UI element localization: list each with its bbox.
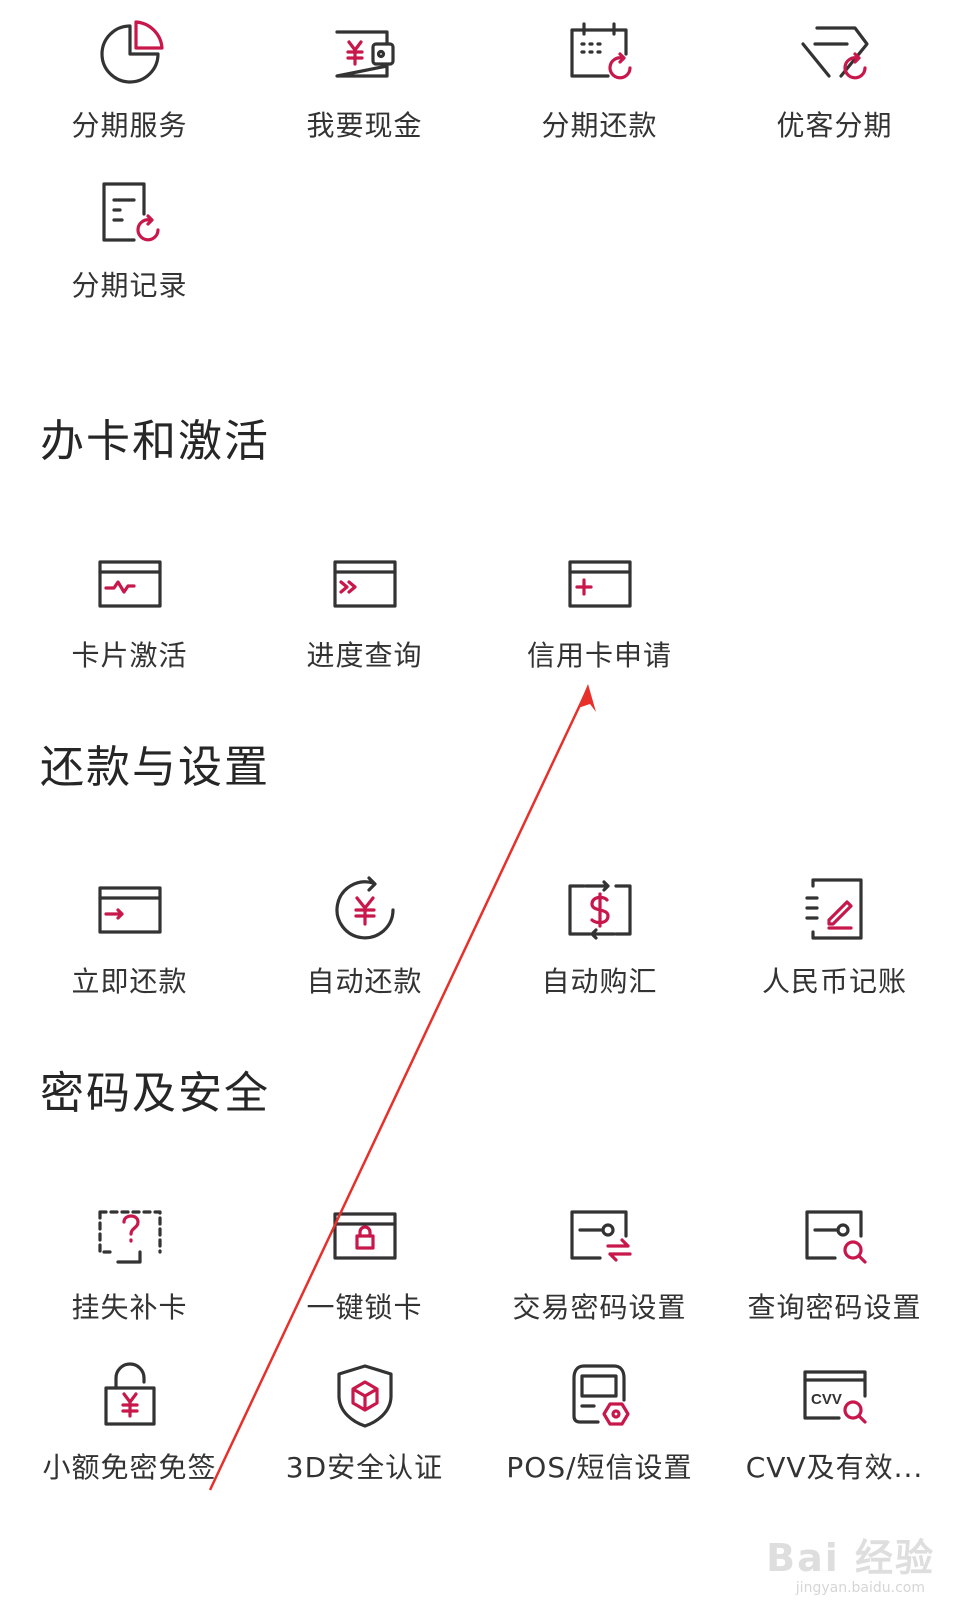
3d-secure-button[interactable]: 3D安全认证 bbox=[247, 1342, 482, 1502]
report-lost-button[interactable]: 挂失补卡 bbox=[12, 1182, 247, 1342]
section-title-apply-activate: 办卡和激活 bbox=[40, 416, 270, 467]
section-title-repay-settings: 还款与设置 bbox=[40, 742, 270, 793]
diamond-installment-icon bbox=[799, 18, 871, 90]
query-password-label: 查询密码设置 bbox=[747, 1291, 922, 1324]
credit-card-apply-label: 信用卡申请 bbox=[526, 639, 672, 672]
installment-service-label: 分期服务 bbox=[71, 109, 188, 142]
pos-sms-icon bbox=[564, 1360, 636, 1432]
svg-text:CVV: CVV bbox=[811, 1391, 842, 1408]
section-title-security: 密码及安全 bbox=[40, 1068, 270, 1119]
shield-3d-icon bbox=[329, 1360, 401, 1432]
pos-sms-settings-button[interactable]: POS/短信设置 bbox=[482, 1342, 717, 1502]
rmb-ledger-button[interactable]: 人民币记账 bbox=[717, 856, 952, 1016]
cash-wallet-icon bbox=[329, 18, 401, 90]
small-amount-free-button[interactable]: 小额免密免签 bbox=[12, 1342, 247, 1502]
report-lost-label: 挂失补卡 bbox=[71, 1291, 188, 1324]
auto-exchange-icon bbox=[564, 874, 636, 946]
cvv-validity-label: CVV及有效... bbox=[745, 1451, 924, 1484]
repay-now-label: 立即还款 bbox=[71, 965, 188, 998]
cvv-validity-icon: CVV bbox=[799, 1360, 871, 1432]
auto-exchange-label: 自动购汇 bbox=[541, 965, 658, 998]
installment-record-label: 分期记录 bbox=[71, 269, 188, 302]
auto-repay-button[interactable]: 自动还款 bbox=[247, 856, 482, 1016]
query-password-button[interactable]: 查询密码设置 bbox=[717, 1182, 952, 1342]
lost-card-icon bbox=[94, 1200, 166, 1272]
auto-exchange-button[interactable]: 自动购汇 bbox=[482, 856, 717, 1016]
auto-repay-label: 自动还款 bbox=[306, 965, 423, 998]
query-password-icon bbox=[799, 1200, 871, 1272]
rmb-ledger-label: 人民币记账 bbox=[761, 965, 907, 998]
rmb-ledger-icon bbox=[799, 874, 871, 946]
transaction-password-label: 交易密码设置 bbox=[512, 1291, 687, 1324]
record-document-icon bbox=[94, 178, 166, 250]
installment-repay-label: 分期还款 bbox=[541, 109, 658, 142]
installment-service-button[interactable]: 分期服务 bbox=[12, 0, 247, 160]
calendar-repay-icon bbox=[564, 18, 636, 90]
card-progress-icon bbox=[329, 548, 401, 620]
installment-record-button[interactable]: 分期记录 bbox=[12, 160, 247, 320]
card-activate-icon bbox=[94, 548, 166, 620]
repay-now-button[interactable]: 立即还款 bbox=[12, 856, 247, 1016]
lock-card-icon bbox=[329, 1200, 401, 1272]
pos-sms-settings-label: POS/短信设置 bbox=[506, 1451, 693, 1484]
small-amount-lock-icon bbox=[94, 1360, 166, 1432]
watermark-url: jingyan.baidu.com bbox=[795, 1580, 925, 1596]
transaction-password-icon bbox=[564, 1200, 636, 1272]
transaction-password-button[interactable]: 交易密码设置 bbox=[482, 1182, 717, 1342]
installment-grid: 分期服务 我要现金 分期还款 优客分期 分期记录 bbox=[12, 0, 952, 320]
installment-repay-button[interactable]: 分期还款 bbox=[482, 0, 717, 160]
card-activate-button[interactable]: 卡片激活 bbox=[12, 530, 247, 690]
youke-installment-button[interactable]: 优客分期 bbox=[717, 0, 952, 160]
card-repay-icon bbox=[94, 874, 166, 946]
progress-query-label: 进度查询 bbox=[306, 639, 423, 672]
credit-card-apply-button[interactable]: 信用卡申请 bbox=[482, 530, 717, 690]
cash-label: 我要现金 bbox=[306, 109, 423, 142]
watermark-logo: Bai 经验 bbox=[766, 1536, 935, 1580]
progress-query-button[interactable]: 进度查询 bbox=[247, 530, 482, 690]
auto-repay-icon bbox=[329, 874, 401, 946]
cvv-validity-button[interactable]: CVV CVV及有效... bbox=[717, 1342, 952, 1502]
youke-installment-label: 优客分期 bbox=[776, 109, 893, 142]
apply-activate-grid: 卡片激活 进度查询 信用卡申请 bbox=[12, 530, 952, 690]
card-apply-icon bbox=[564, 548, 636, 620]
lock-card-label: 一键锁卡 bbox=[306, 1291, 423, 1324]
repay-settings-grid: 立即还款 自动还款 自动购汇 人民币记账 bbox=[12, 856, 952, 1016]
cash-button[interactable]: 我要现金 bbox=[247, 0, 482, 160]
lock-card-button[interactable]: 一键锁卡 bbox=[247, 1182, 482, 1342]
pie-chart-icon bbox=[94, 18, 166, 90]
3d-secure-label: 3D安全认证 bbox=[285, 1451, 444, 1484]
card-activate-label: 卡片激活 bbox=[71, 639, 188, 672]
security-grid: 挂失补卡 一键锁卡 交易密码设置 查询密码设置 小额免密免签 3D安全认证 PO… bbox=[12, 1182, 952, 1502]
small-amount-free-label: 小额免密免签 bbox=[42, 1451, 217, 1484]
